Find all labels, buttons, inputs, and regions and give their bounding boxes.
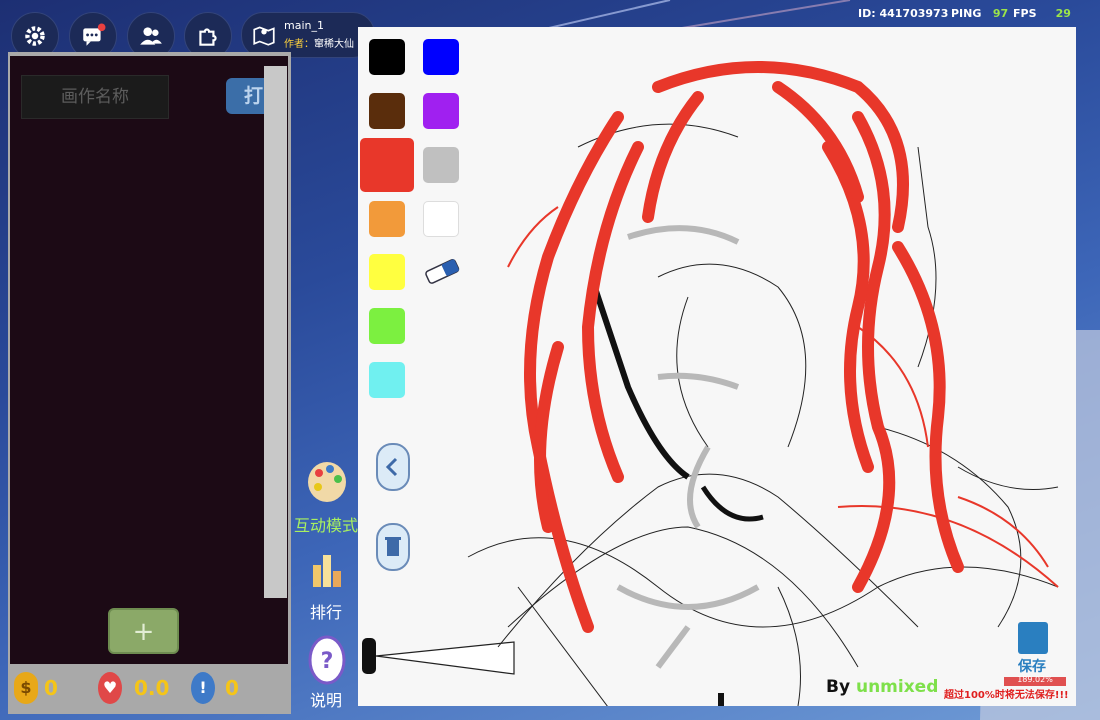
report-count: 0 [225,676,239,700]
palette-icon[interactable] [306,457,348,505]
list-scrollbar[interactable] [264,66,287,598]
artist-byline: By unmixed [826,677,939,697]
svg-text:?: ? [321,649,334,674]
ranking-label[interactable]: 排行 [310,599,342,623]
player-id: ID: 441703973 [858,7,949,20]
friends-icon [140,27,162,45]
puzzle-icon [199,28,217,46]
like-icon: ♥ [98,672,122,704]
ping-stat: PING 97 [951,7,1009,20]
gear-icon [25,26,45,46]
save-warning: 超过100%时将无法保存!!! [944,690,1069,701]
report-icon: ! [191,672,215,704]
map-author: 作者：窜稀大仙 [284,39,354,50]
save-button[interactable]: 保存 [1018,656,1046,676]
painting-list[interactable] [10,56,288,664]
coin-icon: $ [14,672,38,704]
map-icon [253,26,275,46]
chat-icon [83,23,106,46]
like-count: 0.0 [134,676,170,700]
ranking-icon[interactable] [311,551,343,589]
instructions-label[interactable]: 说明 [310,687,342,711]
add-painting-button[interactable]: + [108,608,179,654]
interactive-mode-label[interactable]: 互动模式 [294,512,358,536]
help-icon[interactable]: ? [308,635,346,685]
fps-stat: FPS 29 [1013,7,1071,20]
open-button[interactable]: 打 [226,78,266,114]
save-icon[interactable] [1018,622,1048,654]
painting-name-input[interactable]: 画作名称 [21,75,169,119]
sketch-artwork [467,61,1059,706]
save-capacity-text: 189.02% [1017,675,1053,684]
coin-count: 0 [44,676,58,700]
map-name: main_1 [284,19,324,32]
